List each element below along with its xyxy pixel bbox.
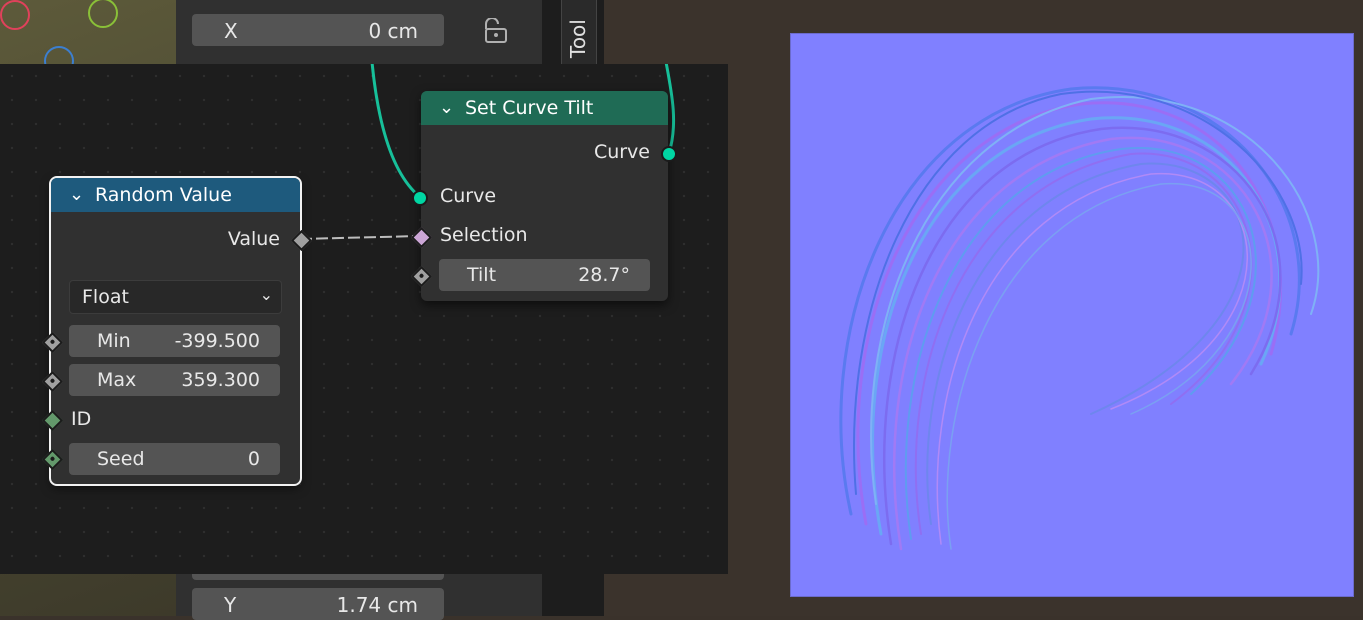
curve-output-label: Curve: [593, 141, 650, 163]
value-selection-link: [299, 235, 421, 240]
set-curve-tilt-header[interactable]: ⌄ Set Curve Tilt: [421, 91, 668, 125]
collapse-chevron-icon[interactable]: ⌄: [439, 91, 454, 125]
tilt-field[interactable]: Tilt 28.7°: [439, 259, 650, 291]
location-x-value: 0 cm: [368, 19, 418, 43]
unlock-icon[interactable]: [480, 18, 510, 44]
min-field[interactable]: Min -399.500: [69, 325, 280, 357]
normal-map-preview[interactable]: [790, 33, 1354, 597]
collapse-chevron-icon[interactable]: ⌄: [69, 178, 84, 212]
max-field[interactable]: Max 359.300: [69, 364, 280, 396]
curve-input-link: [370, 64, 421, 199]
seed-field[interactable]: Seed 0: [69, 443, 280, 475]
location-x-field[interactable]: X 0 cm: [192, 14, 444, 46]
random-value-node[interactable]: ⌄ Random Value Value Float ⌄ Min -399.50…: [49, 176, 302, 486]
location-y-value: 1.74 cm: [336, 593, 418, 617]
min-label: Min: [97, 330, 131, 352]
max-value: 359.300: [181, 369, 260, 391]
chevron-down-icon: ⌄: [259, 285, 273, 304]
curve-input-socket[interactable]: [412, 190, 428, 206]
min-value: -399.500: [174, 330, 260, 352]
curve-input-label: Curve: [440, 185, 497, 207]
data-type-dropdown[interactable]: Float ⌄: [69, 280, 282, 314]
gizmo-x-circle[interactable]: [0, 0, 30, 30]
hair-strands-image: [839, 86, 1320, 551]
data-type-value: Float: [82, 286, 129, 308]
location-x-label: X: [224, 19, 238, 43]
curve-output-socket[interactable]: [661, 146, 677, 162]
location-y-field[interactable]: Y 1.74 cm: [192, 588, 444, 620]
tilt-label: Tilt: [467, 264, 497, 286]
tab-tool-label: Tool: [566, 19, 590, 58]
max-label: Max: [97, 369, 137, 391]
location-y-label: Y: [224, 593, 237, 617]
id-label: ID: [71, 408, 92, 430]
node-editor[interactable]: ⌄ Random Value Value Float ⌄ Min -399.50…: [0, 64, 728, 574]
set-curve-tilt-node[interactable]: ⌄ Set Curve Tilt Curve Curve Selection T…: [421, 91, 668, 301]
seed-value: 0: [247, 448, 260, 470]
tilt-value: 28.7°: [578, 264, 630, 286]
set-curve-tilt-title: Set Curve Tilt: [465, 97, 594, 119]
value-output-label: Value: [227, 228, 280, 250]
gizmo-y-circle[interactable]: [88, 0, 118, 28]
selection-input-label: Selection: [440, 224, 528, 246]
tab-tool[interactable]: Tool: [561, 0, 597, 70]
seed-label: Seed: [97, 448, 145, 470]
random-value-header[interactable]: ⌄ Random Value: [51, 178, 300, 212]
random-value-title: Random Value: [95, 184, 232, 206]
